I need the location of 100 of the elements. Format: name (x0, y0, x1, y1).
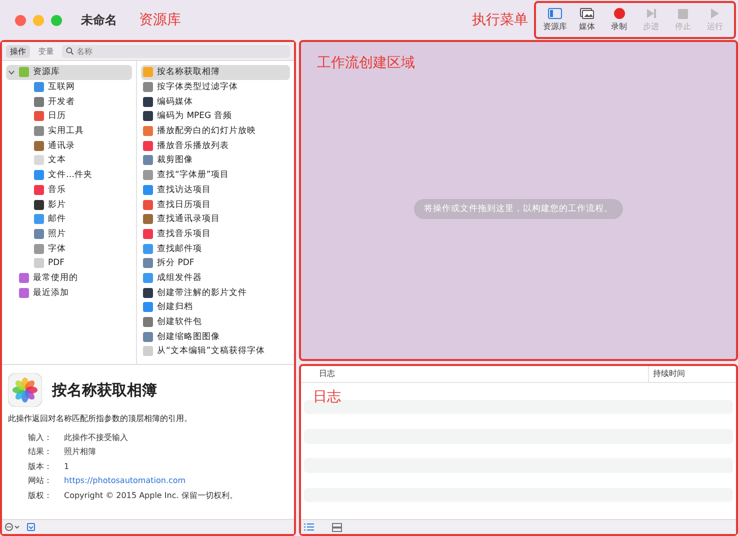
close-icon[interactable] (15, 14, 26, 26)
action-item[interactable]: 编码媒体 (141, 94, 290, 110)
category-item[interactable]: 字体 (6, 241, 132, 256)
app-icon (143, 228, 153, 239)
app-icon (143, 288, 153, 298)
category-item[interactable]: 互联网 (6, 80, 132, 94)
category-item[interactable]: 音乐 (6, 182, 132, 198)
action-item[interactable]: 创建归档 (141, 300, 290, 315)
app-icon (34, 170, 44, 180)
action-item[interactable]: 查找日历项目 (141, 197, 290, 212)
action-item[interactable]: 按名称获取相簿 (141, 65, 290, 80)
category-item[interactable]: 最近添加 (6, 285, 132, 300)
action-item[interactable]: 编码为 MPEG 音频 (141, 109, 290, 124)
action-item[interactable]: 查找访达项目 (141, 182, 290, 198)
app-icon (34, 96, 44, 107)
list-icon[interactable] (304, 523, 314, 531)
app-icon (143, 302, 153, 312)
app-icon (143, 155, 153, 166)
category-item[interactable]: 日历 (6, 109, 132, 124)
step-icon (646, 8, 656, 19)
app-icon (143, 126, 153, 136)
action-item[interactable]: 查找音乐项目 (141, 226, 290, 242)
category-item[interactable]: 实用工具 (6, 124, 132, 138)
app-icon (143, 332, 153, 342)
column-header: 日志 (318, 368, 336, 380)
action-item[interactable]: 从“文本编辑”文稿获得字体 (141, 344, 290, 359)
category-item[interactable]: PDF (6, 256, 132, 271)
action-description: 此操作返回对名称匹配所指参数的顶层相簿的引用。 (8, 413, 193, 424)
app-icon (34, 228, 44, 239)
tab[interactable]: 变量 (34, 44, 58, 58)
folder-icon (19, 288, 29, 298)
app-icon (34, 244, 44, 254)
action-item[interactable]: 查找“字体册”项目 (141, 168, 290, 182)
field-label: 版本： (28, 460, 53, 472)
field-label: 结果： (28, 446, 53, 458)
category-item[interactable]: 文件…件夹 (6, 168, 132, 182)
app-icon (34, 214, 44, 224)
tab[interactable]: 操作 (6, 44, 30, 58)
action-item[interactable]: 查找通讯录项目 (141, 212, 290, 227)
library-icon (19, 67, 29, 78)
field-label: 版权： (28, 490, 53, 501)
app-icon (143, 184, 153, 195)
app-icon (143, 317, 153, 328)
field-value: 照片相簿 (64, 446, 96, 458)
app-icon (143, 214, 153, 224)
annotation-label: 资源库 (139, 11, 181, 29)
action-item[interactable]: 成组发件器 (141, 270, 290, 286)
photos-icon (580, 8, 594, 19)
app-icon (143, 111, 153, 122)
app-icon (34, 155, 44, 166)
folder-icon (19, 272, 29, 283)
field-label: 网站： (28, 475, 53, 486)
drop-hint: 将操作或文件拖到这里，以构建您的工作流程。 (414, 199, 623, 220)
more-icon[interactable] (5, 523, 21, 531)
category-item[interactable]: 开发者 (6, 94, 132, 110)
action-item[interactable]: 查找邮件项 (141, 241, 290, 256)
app-icon (143, 258, 153, 268)
field-value: 1 (64, 462, 70, 471)
app-icon (143, 170, 153, 180)
category-item[interactable]: 照片 (6, 226, 132, 242)
field-value: 此操作不接受输入 (64, 432, 128, 443)
category-item[interactable]: 最常使用的 (6, 270, 132, 286)
disclosure-icon[interactable] (8, 68, 15, 76)
category-item[interactable]: 资源库 (6, 65, 132, 80)
category-item[interactable]: 邮件 (6, 212, 132, 227)
action-item[interactable]: 裁剪图像 (141, 153, 290, 168)
app-icon (34, 82, 44, 92)
action-item[interactable]: 播放配旁白的幻灯片放映 (141, 124, 290, 138)
annotation-label: 日志 (313, 388, 341, 406)
action-title: 按名称获取相簿 (52, 380, 157, 400)
app-icon (34, 200, 44, 210)
action-item[interactable]: 创建缩略图图像 (141, 329, 290, 344)
category-item[interactable]: 文本 (6, 153, 132, 168)
app-icon (143, 200, 153, 210)
action-item[interactable]: 创建软件包 (141, 314, 290, 330)
column-header: 持续时间 (648, 366, 736, 382)
flower-icon (8, 373, 42, 407)
action-item[interactable]: 按字体类型过滤字体 (141, 80, 290, 94)
toolbar-button[interactable]: 录制 (604, 8, 634, 32)
app-icon (34, 126, 44, 136)
app-icon (143, 82, 153, 92)
action-item[interactable]: 拆分 PDF (141, 256, 290, 271)
app-icon (143, 96, 153, 107)
record-icon (614, 8, 624, 19)
search-field[interactable]: 名称 (62, 44, 290, 58)
play-icon (710, 8, 720, 19)
category-item[interactable]: 影片 (6, 197, 132, 212)
toolbar-button[interactable]: 资源库 (540, 8, 570, 32)
stop-icon (678, 8, 688, 18)
split-view-icon[interactable] (332, 522, 342, 532)
action-item[interactable]: 创建带注解的影片文件 (141, 285, 290, 300)
annotation-label: 执行菜单 (472, 11, 528, 29)
field-label: 输入： (28, 432, 53, 443)
action-item[interactable]: 播放音乐播放列表 (141, 138, 290, 154)
search-icon (66, 47, 74, 55)
search-input[interactable]: 名称 (76, 46, 286, 56)
website-link[interactable]: https://photosautomation.com (64, 476, 186, 486)
toolbar-button[interactable]: 媒体 (572, 8, 602, 32)
description-icon[interactable] (27, 523, 35, 531)
category-item[interactable]: 通讯录 (6, 138, 132, 154)
